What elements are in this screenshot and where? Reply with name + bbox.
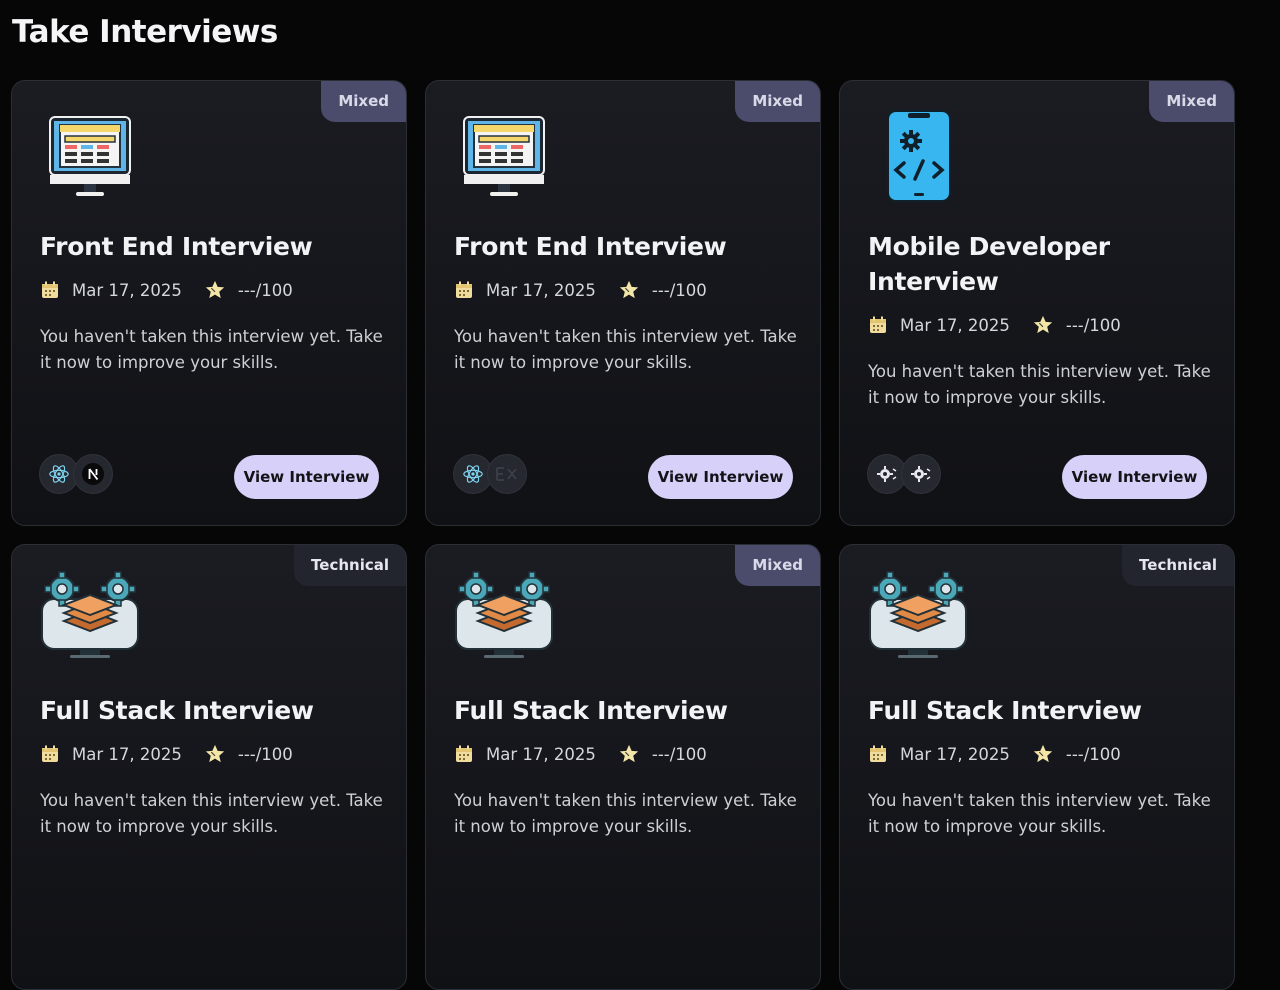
interview-type-badge: Mixed	[321, 81, 406, 122]
star-icon	[1033, 744, 1053, 763]
interview-score: ---/100	[1065, 744, 1121, 764]
calendar-icon	[42, 281, 58, 298]
fullstack-layers-icon	[869, 571, 967, 658]
star-icon	[1033, 315, 1053, 334]
interview-title: Mobile Developer Interview	[868, 232, 1110, 296]
fullstack-layers-icon	[41, 571, 139, 658]
interview-card: Technical Full Stack Interview Mar 17, 2…	[11, 544, 407, 990]
interview-description: You haven't taken this interview yet. Ta…	[454, 327, 797, 372]
star-icon	[619, 744, 639, 763]
interview-card: Technical Full Stack Interview Mar 17, 2…	[839, 544, 1235, 990]
interview-score: ---/100	[651, 744, 707, 764]
interview-card: Mixed Front End Interview Mar 17, 2025 -…	[425, 80, 821, 526]
interview-grid: Mixed Front End Interview Mar 17, 2025 -…	[11, 80, 1235, 990]
interview-meta: Mar 17, 2025 ---/100	[40, 277, 293, 303]
interview-meta: Mar 17, 2025 ---/100	[454, 277, 707, 303]
tech-stack	[39, 454, 113, 494]
interview-score: ---/100	[1065, 315, 1121, 335]
interview-title: Front End Interview	[40, 232, 313, 261]
star-icon	[205, 744, 225, 763]
interview-date: Mar 17, 2025	[72, 280, 182, 300]
view-interview-button[interactable]: View Interview	[648, 455, 793, 499]
interview-card: Mixed Full Stack Interview Mar 17, 2025 …	[425, 544, 821, 990]
interview-title: Full Stack Interview	[454, 696, 728, 725]
view-interview-button[interactable]: View Interview	[234, 455, 379, 499]
nextjs-icon	[73, 454, 113, 494]
interview-description: You haven't taken this interview yet. Ta…	[40, 327, 383, 372]
interview-title: Full Stack Interview	[868, 696, 1142, 725]
interview-meta: Mar 17, 2025 ---/100	[40, 741, 293, 767]
monitor-layout-icon	[463, 116, 545, 196]
interview-date: Mar 17, 2025	[486, 280, 596, 300]
interview-date: Mar 17, 2025	[900, 744, 1010, 764]
mobile-code-icon	[887, 110, 951, 202]
interview-date: Mar 17, 2025	[486, 744, 596, 764]
interview-meta: Mar 17, 2025 ---/100	[454, 741, 707, 767]
interview-score: ---/100	[651, 280, 707, 300]
interview-card: Mixed Mobile Developer Interview Mar 17,…	[839, 80, 1235, 526]
interview-type-badge: Mixed	[735, 545, 820, 586]
interview-description: You haven't taken this interview yet. Ta…	[868, 362, 1211, 407]
interview-title: Front End Interview	[454, 232, 727, 261]
interview-type-badge: Technical	[294, 545, 406, 586]
tech-stack	[453, 454, 527, 494]
interview-meta: Mar 17, 2025 ---/100	[868, 312, 1121, 338]
interview-description: You haven't taken this interview yet. Ta…	[454, 791, 797, 836]
interview-title: Full Stack Interview	[40, 696, 314, 725]
star-icon	[619, 280, 639, 299]
interview-score: ---/100	[237, 744, 293, 764]
interview-meta: Mar 17, 2025 ---/100	[868, 741, 1121, 767]
monitor-layout-icon	[49, 116, 131, 196]
interview-card: Mixed Front End Interview Mar 17, 2025 -…	[11, 80, 407, 526]
page-title: Take Interviews	[12, 14, 278, 50]
calendar-icon	[456, 745, 472, 762]
calendar-icon	[456, 281, 472, 298]
interview-date: Mar 17, 2025	[900, 315, 1010, 335]
interview-type-badge: Technical	[1122, 545, 1234, 586]
gear-code-icon	[901, 454, 941, 494]
interview-type-badge: Mixed	[735, 81, 820, 122]
interview-description: You haven't taken this interview yet. Ta…	[40, 791, 383, 836]
star-icon	[205, 280, 225, 299]
tech-stack	[867, 454, 941, 494]
interview-type-badge: Mixed	[1149, 81, 1234, 122]
view-interview-button[interactable]: View Interview	[1062, 455, 1207, 499]
express-icon	[487, 454, 527, 494]
calendar-icon	[42, 745, 58, 762]
calendar-icon	[870, 316, 886, 333]
fullstack-layers-icon	[455, 571, 553, 658]
interview-score: ---/100	[237, 280, 293, 300]
interview-description: You haven't taken this interview yet. Ta…	[868, 791, 1211, 836]
calendar-icon	[870, 745, 886, 762]
interview-date: Mar 17, 2025	[72, 744, 182, 764]
